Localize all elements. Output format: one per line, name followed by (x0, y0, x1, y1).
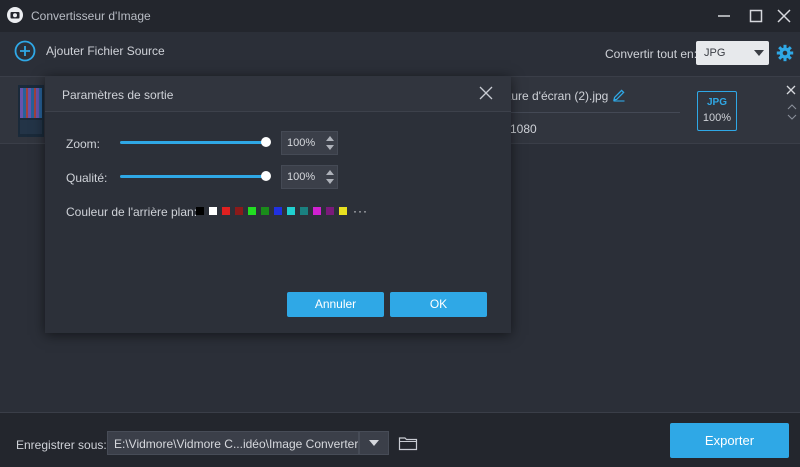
bottom-bar: Enregistrer sous: E:\Vidmore\Vidmore C..… (0, 412, 800, 467)
convert-format-select[interactable]: JPG (696, 41, 769, 65)
quality-label: Qualité: (66, 171, 108, 185)
title-bar: Convertisseur d'Image (0, 0, 800, 32)
color-swatch[interactable] (222, 207, 230, 215)
export-button[interactable]: Exporter (670, 423, 789, 458)
file-info-divider (500, 112, 680, 113)
color-swatch[interactable] (313, 207, 321, 215)
window-title: Convertisseur d'Image (31, 9, 151, 23)
format-select-value: JPG (704, 47, 726, 59)
file-resolution: 1080 (510, 122, 537, 136)
color-swatch[interactable] (235, 207, 243, 215)
chevron-down-icon (369, 440, 379, 446)
output-format-label: JPG (706, 97, 727, 108)
zoom-decrement-icon[interactable] (326, 145, 334, 150)
zoom-value: 100% (287, 137, 316, 149)
background-color-swatches: ··· (196, 205, 368, 217)
settings-gear-icon[interactable] (776, 44, 794, 62)
quality-decrement-icon[interactable] (326, 179, 334, 184)
remove-file-icon[interactable] (786, 84, 796, 95)
folder-icon[interactable] (398, 434, 418, 452)
maximize-icon[interactable] (746, 6, 766, 26)
output-path-dropdown[interactable] (359, 431, 389, 455)
close-icon[interactable] (774, 6, 794, 26)
ok-button[interactable]: OK (390, 292, 487, 317)
add-source-button[interactable]: Ajouter Fichier Source (14, 40, 165, 62)
output-format-badge[interactable]: JPG 100% (697, 91, 737, 131)
cancel-button[interactable]: Annuler (287, 292, 384, 317)
color-swatch[interactable] (300, 207, 308, 215)
zoom-stepper[interactable]: 100% (281, 131, 338, 155)
color-swatch[interactable] (209, 207, 217, 215)
edit-pencil-icon[interactable] (612, 88, 626, 102)
quality-slider-handle[interactable] (261, 171, 271, 181)
color-swatch[interactable] (196, 207, 204, 215)
zoom-slider[interactable] (120, 141, 266, 144)
background-color-label: Couleur de l'arrière plan: (66, 205, 198, 219)
quality-increment-icon[interactable] (326, 170, 334, 175)
app-logo-icon (6, 6, 24, 24)
zoom-slider-handle[interactable] (261, 137, 271, 147)
convert-all-label: Convertir tout en: (605, 47, 698, 61)
zoom-increment-icon[interactable] (326, 136, 334, 141)
output-path-field[interactable]: E:\Vidmore\Vidmore C...idéo\Image Conver… (107, 431, 359, 455)
dialog-close-icon[interactable] (478, 85, 494, 101)
more-colors-icon[interactable]: ··· (353, 205, 368, 217)
zoom-label: Zoom: (66, 137, 101, 151)
dialog-title: Paramètres de sortie (62, 88, 174, 102)
toolbar: Ajouter Fichier Source Convertir tout en… (0, 32, 800, 72)
color-swatch[interactable] (287, 207, 295, 215)
output-quality-label: 100% (702, 112, 732, 124)
quality-value: 100% (287, 171, 316, 183)
chevron-down-icon (754, 50, 764, 56)
move-up-icon[interactable] (787, 99, 797, 110)
quality-slider[interactable] (120, 175, 266, 178)
minimize-icon[interactable] (714, 6, 734, 26)
color-swatch[interactable] (261, 207, 269, 215)
quality-stepper[interactable]: 100% (281, 165, 338, 189)
color-swatch[interactable] (339, 207, 347, 215)
move-down-icon[interactable] (787, 109, 797, 120)
save-to-label: Enregistrer sous: (16, 438, 107, 452)
color-swatch[interactable] (248, 207, 256, 215)
dialog-header: Paramètres de sortie (45, 76, 511, 112)
add-source-label: Ajouter Fichier Source (46, 44, 165, 58)
add-circle-icon (14, 40, 36, 62)
color-swatch[interactable] (326, 207, 334, 215)
file-thumbnail (18, 85, 44, 137)
color-swatch[interactable] (274, 207, 282, 215)
output-settings-dialog: Paramètres de sortie Zoom: 100% Qualité:… (45, 76, 511, 333)
file-name: ture d'écran (2).jpg (508, 89, 609, 103)
